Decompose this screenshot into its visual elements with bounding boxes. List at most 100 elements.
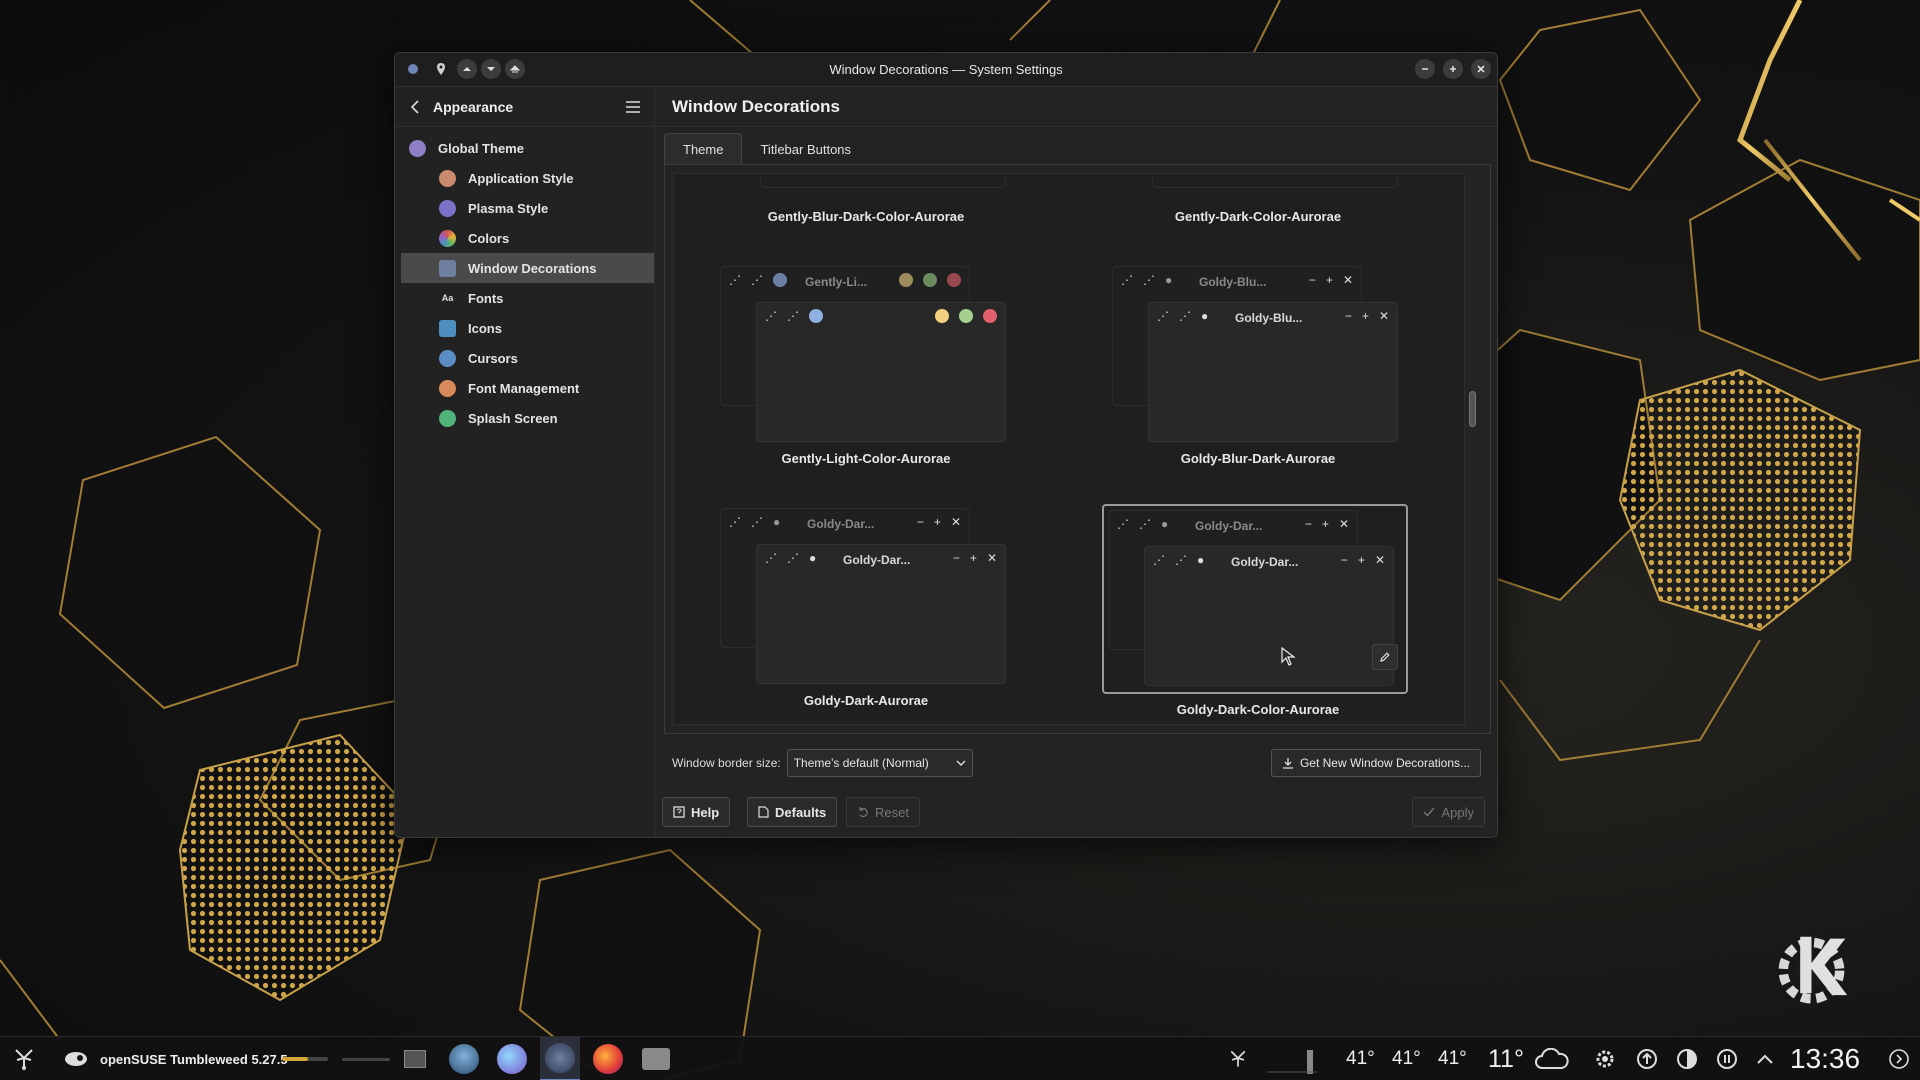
document-icon xyxy=(758,806,769,818)
application-style-icon xyxy=(439,169,456,187)
clock[interactable]: 13:36 xyxy=(1790,1037,1860,1080)
kde-connect-icon[interactable] xyxy=(1222,1037,1254,1080)
font-management-icon xyxy=(439,379,456,397)
theme-name: Gently-Dark-Color-Aurorae xyxy=(1174,209,1342,224)
theme-card[interactable]: ⋰ ⋰ ● Goldy-Blu... − + ✕ ⋰ ⋰ ● Goldy-Blu... − +… xyxy=(1106,266,1410,466)
theme-grid[interactable]: Gently-Blur-Dark-Color-Aurorae Gently-Da… xyxy=(673,173,1465,725)
reset-button[interactable]: Reset xyxy=(846,797,920,827)
application-launcher-icon[interactable] xyxy=(6,1037,42,1080)
colors-icon xyxy=(439,229,456,247)
kde-logo xyxy=(1778,936,1848,1004)
theme-card[interactable]: Gently-Blur-Dark-Color-Aurorae xyxy=(714,174,1018,224)
preview-title: Gently-Li... xyxy=(805,275,868,289)
window-titlebar[interactable]: Window Decorations — System Settings xyxy=(395,53,1497,87)
defaults-button[interactable]: Defaults xyxy=(747,797,838,827)
sidebar-item-splash-screen[interactable]: Splash Screen xyxy=(401,403,654,433)
theme-name: Goldy-Dark-Color-Aurorae xyxy=(1176,702,1340,717)
sidebar-item-label: Font Management xyxy=(468,380,580,396)
sidebar-item-plasma-style[interactable]: Plasma Style xyxy=(401,193,654,223)
tab-theme[interactable]: Theme xyxy=(664,133,743,165)
sidebar-item-cursors[interactable]: Cursors xyxy=(401,343,654,373)
sidebar-header: Appearance xyxy=(395,87,654,127)
sidebar-item-font-management[interactable]: Font Management xyxy=(401,373,654,403)
reset-label: Reset xyxy=(875,804,909,820)
app-discover-icon[interactable] xyxy=(492,1037,532,1080)
help-button[interactable]: Help xyxy=(662,797,731,827)
download-icon xyxy=(1282,758,1293,769)
maximize-icon[interactable] xyxy=(1443,59,1463,79)
minimize-icon[interactable] xyxy=(1415,59,1435,79)
app-terminal-icon[interactable] xyxy=(636,1037,676,1080)
hamburger-menu-icon[interactable] xyxy=(622,96,644,118)
cursors-icon xyxy=(439,349,456,367)
show-desktop-icon[interactable] xyxy=(402,1037,428,1080)
border-size-label: Window border size: xyxy=(672,756,781,770)
sidebar-item-label: Fonts xyxy=(468,290,504,306)
sidebar-item-label: Icons xyxy=(468,320,502,336)
theme-card[interactable]: ⋰ ⋰ Gently-Li... ⋰ ⋰ Gently-Light-Color-Au… xyxy=(714,266,1018,466)
get-new-decorations-button[interactable]: Get New Window Decorations... xyxy=(1270,749,1481,777)
theme-preview-front: ⋰ ⋰ ● Goldy-Blu... − + ✕ xyxy=(1148,302,1398,442)
scrollbar-handle[interactable] xyxy=(1469,391,1476,427)
weather-temp[interactable]: 11° xyxy=(1488,1037,1524,1080)
app-system-settings-icon[interactable] xyxy=(540,1037,580,1080)
apply-label: Apply xyxy=(1441,804,1474,820)
media-pause-icon[interactable] xyxy=(1712,1037,1742,1080)
sidebar-item-label: Cursors xyxy=(468,350,518,366)
sidebar-item-application-style[interactable]: Application Style xyxy=(401,163,654,193)
system-monitor-graph xyxy=(1266,1037,1318,1080)
border-size-dropdown[interactable]: Theme's default (Normal) xyxy=(786,749,973,777)
get-new-label: Get New Window Decorations... xyxy=(1299,756,1470,770)
updates-icon[interactable] xyxy=(1632,1037,1662,1080)
global-theme-icon xyxy=(409,139,426,157)
preview-title: Goldy-Blu... xyxy=(1199,275,1267,289)
settings-gear-icon[interactable] xyxy=(1590,1037,1620,1080)
theme-tab-panel: Gently-Blur-Dark-Color-Aurorae Gently-Da… xyxy=(664,164,1491,734)
sidebar-item-label: Window Decorations xyxy=(468,260,597,276)
back-arrow-icon[interactable] xyxy=(403,95,427,119)
peek-desktop-icon[interactable] xyxy=(1884,1037,1914,1080)
icons-icon xyxy=(439,319,456,337)
chevron-up-icon[interactable] xyxy=(1752,1037,1778,1080)
fonts-icon: Aa xyxy=(441,293,454,303)
sidebar-item-global-theme[interactable]: Global Theme xyxy=(401,133,654,163)
theme-card[interactable]: ⋰ ⋰ ● Goldy-Dar... − + ✕ ⋰ ⋰ ● Goldy-Dar... − +… xyxy=(714,508,1018,708)
main-content: Window Decorations Theme Titlebar Button… xyxy=(656,87,1497,837)
cpu-temp-3[interactable]: 41° xyxy=(1438,1037,1467,1080)
theme-name: Gently-Light-Color-Aurorae xyxy=(781,451,951,466)
sidebar-item-window-decorations[interactable]: Window Decorations xyxy=(401,253,654,283)
audio-volume-icon[interactable] xyxy=(1672,1037,1702,1080)
theme-card[interactable]: Gently-Dark-Color-Aurorae xyxy=(1106,174,1410,224)
theme-card-selected[interactable]: ⋰ ⋰ ● Goldy-Dar... − + ✕ ⋰ ⋰ ● Goldy-Dar... − +… xyxy=(1102,504,1408,694)
cpu-temp-1[interactable]: 41° xyxy=(1346,1037,1375,1080)
help-icon xyxy=(673,806,685,818)
theme-name: Goldy-Blur-Dark-Aurorae xyxy=(1180,451,1336,466)
splash-screen-icon xyxy=(439,409,456,427)
undo-icon xyxy=(859,807,868,818)
preview-title: Goldy-Dar... xyxy=(1195,519,1263,533)
edit-decoration-button[interactable] xyxy=(1372,644,1398,670)
opensuse-chameleon-icon[interactable] xyxy=(58,1037,94,1080)
volume-slider[interactable] xyxy=(282,1037,328,1080)
brightness-slider[interactable] xyxy=(342,1037,390,1080)
cloud-icon[interactable] xyxy=(1532,1037,1572,1080)
sidebar-item-fonts[interactable]: Aa Fonts xyxy=(401,283,654,313)
apply-button[interactable]: Apply xyxy=(1412,797,1485,827)
cpu-temp-2[interactable]: 41° xyxy=(1392,1037,1421,1080)
sidebar-item-label: Global Theme xyxy=(438,140,524,156)
sidebar-item-colors[interactable]: Colors xyxy=(401,223,654,253)
sidebar-title[interactable]: Appearance xyxy=(433,99,513,115)
distro-label[interactable]: openSUSE Tumbleweed 5.27.5 xyxy=(100,1037,288,1080)
sidebar-item-icons[interactable]: Icons xyxy=(401,313,654,343)
sidebar-item-label: Colors xyxy=(468,230,510,246)
tab-titlebar-buttons[interactable]: Titlebar Buttons xyxy=(742,133,869,165)
app-firefox-icon[interactable] xyxy=(588,1037,628,1080)
window-decorations-icon xyxy=(439,259,456,277)
sidebar: Appearance Global Theme Application Styl… xyxy=(395,87,655,837)
theme-preview-front: ⋰ ⋰ ● Goldy-Dar... − + ✕ xyxy=(756,544,1006,684)
theme-preview xyxy=(1152,174,1398,188)
footer: Help Defaults Reset Apply xyxy=(656,787,1497,837)
sidebar-item-label: Splash Screen xyxy=(468,410,558,426)
close-icon[interactable] xyxy=(1471,59,1491,79)
app-dolphin-icon[interactable] xyxy=(444,1037,484,1080)
